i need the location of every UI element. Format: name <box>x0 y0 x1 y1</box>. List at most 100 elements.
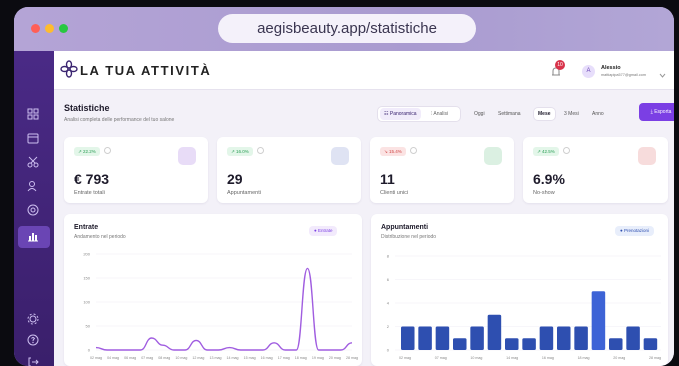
x-tick-label: 07 mag <box>435 356 447 360</box>
maximize-window-dot[interactable] <box>59 24 68 33</box>
revenue-line-chart: 200 150 100 50 0 02 mag 04 mag 06 mag 07 mag 08 m… <box>83 252 358 361</box>
statistics-icon[interactable] <box>26 230 40 244</box>
period-today[interactable]: Oggi <box>470 108 489 120</box>
trend-badge: ↗ 16.0% <box>227 147 253 156</box>
user-menu-chevron-icon[interactable] <box>659 66 666 84</box>
revenue-chart-card: Entrate Andamento nel periodo ● Entrate … <box>64 214 362 366</box>
export-label: Esporta <box>654 109 672 115</box>
x-tick-label: 18 mag <box>578 356 590 360</box>
notification-bell-icon[interactable]: 10 <box>550 60 565 79</box>
trend-badge: ↗ 42.5% <box>533 147 559 156</box>
address-bar[interactable]: aegisbeauty.app/statistiche <box>218 14 476 43</box>
x-tick-label: 14 mag <box>227 356 239 360</box>
appointments-chart-card: Appuntamenti Distribuzione nel periodo ●… <box>371 214 668 366</box>
x-tick-label: 20 mag <box>613 356 625 360</box>
appointments-bar <box>435 326 450 350</box>
tab-overview[interactable]: ☷ Panoramica <box>380 108 421 120</box>
x-tick-label: 17 mag <box>278 356 290 360</box>
kpi-value: 29 <box>227 171 243 187</box>
appointments-bar <box>643 338 658 350</box>
settings-circle-icon[interactable] <box>26 204 40 218</box>
user-email: mattiapipa577@gmail.com <box>601 73 647 77</box>
y-tick-label: 6 <box>387 277 390 282</box>
tab-analysis[interactable]: ⫶ Analisi <box>427 108 452 120</box>
x-tick-label: 10 mag <box>175 356 187 360</box>
flower-logo-icon <box>60 60 78 78</box>
x-tick-label: 16 mag <box>261 356 273 360</box>
kpi-card-revenue: ↗ 22.2% € 793 Entrate totali <box>64 137 208 203</box>
appointments-bar <box>487 314 502 350</box>
logout-icon[interactable] <box>26 356 40 366</box>
appointments-bar <box>591 291 606 350</box>
clients-icon[interactable] <box>26 180 40 194</box>
x-tick-label: 06 mag <box>124 356 136 360</box>
clients-icon <box>484 147 502 165</box>
help-icon[interactable] <box>26 334 40 348</box>
y-tick-label: 0 <box>387 348 390 353</box>
kpi-card-no-show: ↗ 42.5% 6.9% No-show <box>523 137 668 203</box>
revenue-series-line <box>95 267 353 351</box>
x-tick-label: 19 mag <box>312 356 324 360</box>
x-tick-label: 07 mag <box>141 356 153 360</box>
avatar[interactable]: A <box>582 65 595 78</box>
info-icon <box>410 147 417 154</box>
appointments-bar <box>557 326 571 350</box>
info-icon <box>257 147 264 154</box>
gear-icon[interactable] <box>26 313 40 327</box>
appointments-bar <box>626 326 640 350</box>
notification-badge: 10 <box>555 60 565 70</box>
appointments-bar <box>609 338 623 350</box>
x-tick-label: 02 mag <box>90 356 102 360</box>
x-tick-label: 14 mag <box>506 356 518 360</box>
info-icon <box>563 147 570 154</box>
appointments-bar <box>453 338 467 350</box>
y-tick-label: 150 <box>83 276 90 281</box>
kpi-value: 11 <box>380 171 395 187</box>
x-tick-label: 28 mag <box>649 356 661 360</box>
appointments-bar <box>418 326 432 350</box>
period-month[interactable]: Mese <box>534 108 555 120</box>
period-3-months[interactable]: 3 Mesi <box>560 108 583 120</box>
calendar-icon[interactable] <box>26 132 40 146</box>
kpi-label: Entrate totali <box>74 190 105 196</box>
export-button[interactable]: ⤓ Esporta <box>639 103 674 121</box>
kpi-value: € 793 <box>74 171 110 187</box>
y-tick-label: 200 <box>83 252 90 257</box>
kpi-value: 6.9% <box>533 171 565 187</box>
trend-badge: ↘ 15.4% <box>380 147 406 156</box>
tab-analysis-label: Analisi <box>433 111 449 117</box>
user-name: Alessio <box>601 65 621 71</box>
x-tick-label: 02 mag <box>399 356 411 360</box>
dashboard-icon[interactable] <box>26 108 40 122</box>
tab-overview-label: Panoramica <box>389 111 417 117</box>
appointments-bar-chart: 8 6 4 2 0 02 mag 07 mag 10 mag 14 mag 16 mag 18 ma… <box>387 254 661 360</box>
no-show-icon <box>638 147 656 165</box>
x-tick-label: 15 mag <box>244 356 256 360</box>
appointments-bar <box>401 326 415 350</box>
revenue-icon <box>178 147 196 165</box>
appointments-bar <box>522 338 536 350</box>
x-tick-label: 12 mag <box>192 356 204 360</box>
close-window-dot[interactable] <box>31 24 40 33</box>
x-tick-label: 13 mag <box>209 356 221 360</box>
x-tick-label: 10 mag <box>470 356 482 360</box>
scissors-icon[interactable] <box>26 156 40 170</box>
x-tick-label: 20 mag <box>329 356 341 360</box>
period-year[interactable]: Anno <box>588 108 608 120</box>
y-tick-label: 0 <box>88 348 91 353</box>
kpi-card-clients: ↘ 15.4% 11 Clienti unici <box>370 137 514 203</box>
x-tick-label: 04 mag <box>107 356 119 360</box>
trend-badge: ↗ 22.2% <box>74 147 100 156</box>
appointments-bar <box>539 326 554 350</box>
kpi-label: Appuntamenti <box>227 190 261 196</box>
appointments-bar <box>470 326 484 350</box>
kpi-card-appointments: ↗ 16.0% 29 Appuntamenti <box>217 137 361 203</box>
period-week[interactable]: Settimana <box>494 108 525 120</box>
y-tick-label: 2 <box>387 324 390 329</box>
page-title: Statistiche <box>64 103 110 113</box>
app-content: LA TUA ATTIVITÀ 10 A Alessio mattiapipa5… <box>54 51 674 366</box>
appointments-bar <box>574 326 588 350</box>
appointments-icon <box>331 147 349 165</box>
minimize-window-dot[interactable] <box>45 24 54 33</box>
x-tick-label: 28 mag <box>346 356 358 360</box>
